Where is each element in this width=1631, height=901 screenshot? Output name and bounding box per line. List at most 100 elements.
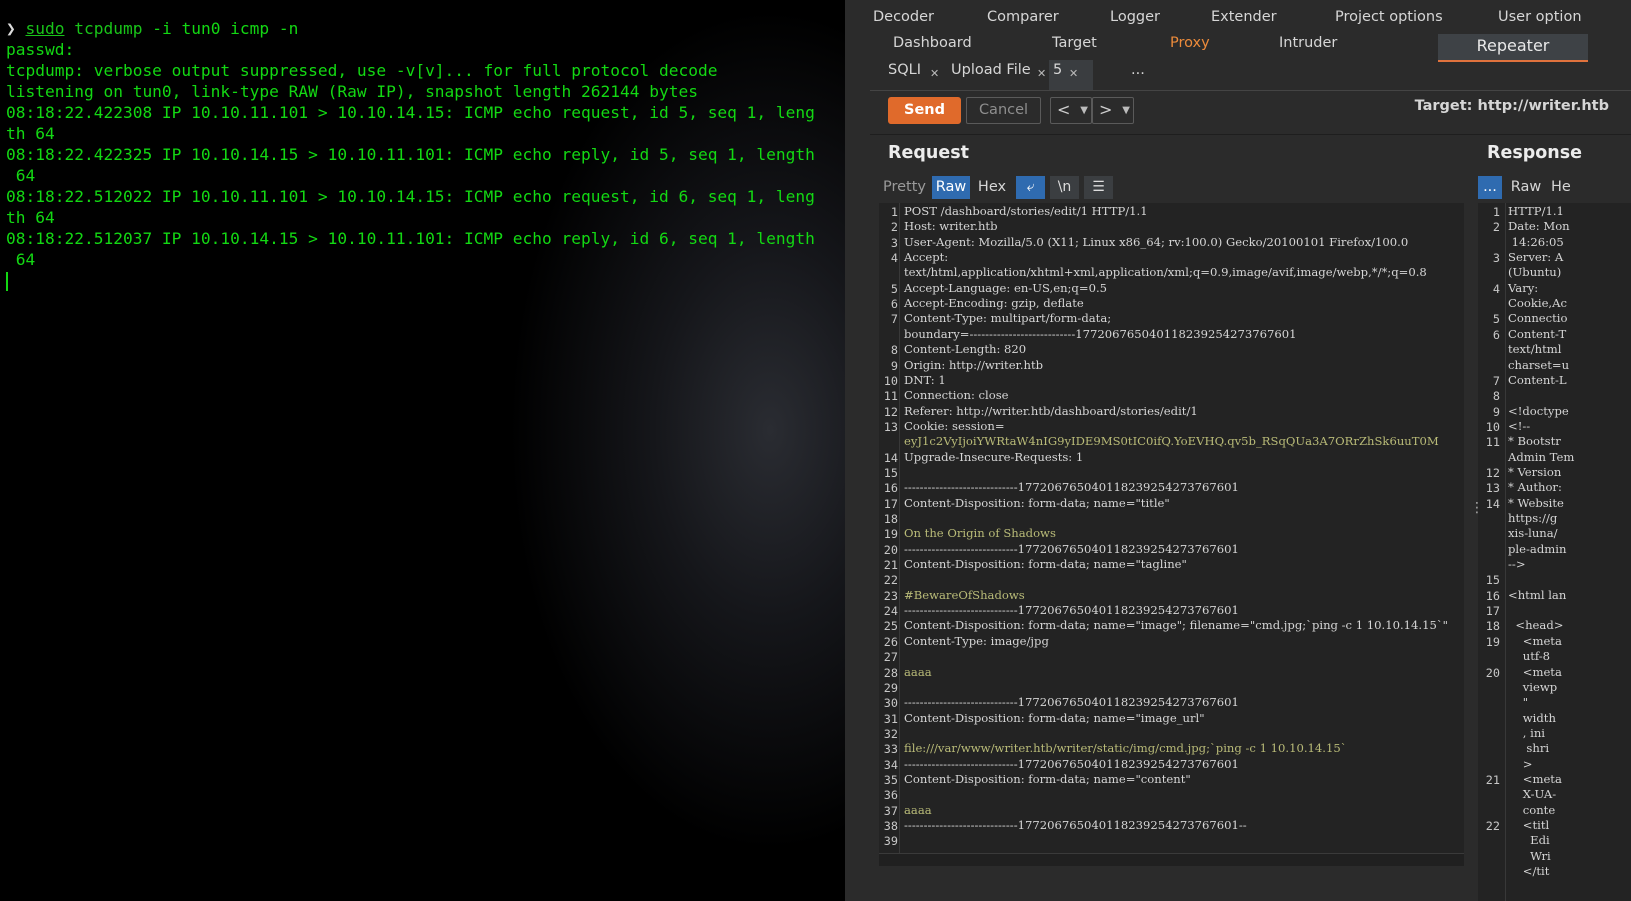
tab-logger[interactable]: Logger: [1110, 9, 1160, 25]
response-line: (Ubuntu): [1508, 265, 1562, 280]
line-number: 35: [883, 772, 898, 787]
wrap-lines-icon[interactable]: ⤶: [1016, 176, 1045, 199]
line-number: 7: [1492, 373, 1500, 388]
response-line: * Author:: [1508, 480, 1562, 495]
search-input[interactable]: [879, 853, 1464, 866]
line-number: 20: [883, 542, 898, 557]
repeater-tab-sqli[interactable]: SQLI ✕: [870, 60, 939, 90]
request-line: Content-Disposition: form-data; name="ti…: [904, 495, 1170, 510]
response-view-raw-button[interactable]: Raw: [1509, 176, 1543, 199]
line-number: 13: [1485, 481, 1500, 496]
response-line: * Bootstr: [1508, 434, 1561, 449]
tab-user-options[interactable]: User option: [1498, 9, 1582, 25]
request-line: User-Agent: Mozilla/5.0 (X11; Linux x86_…: [904, 234, 1409, 249]
line-number: 15: [883, 465, 898, 480]
send-button[interactable]: Send: [888, 97, 961, 124]
request-line: Accept-Language: en-US,en;q=0.5: [904, 280, 1108, 295]
line-number: 33: [883, 742, 898, 757]
line-number: 17: [1485, 604, 1500, 619]
line-number: 13: [883, 419, 898, 434]
response-more-button[interactable]: ...: [1478, 176, 1502, 199]
line-number: 29: [883, 680, 898, 695]
line-number: 38: [883, 819, 898, 833]
request-line: Content-Length: 820: [904, 342, 1027, 357]
line-number: 23: [883, 588, 898, 603]
response-line: Content-T: [1508, 326, 1567, 341]
request-line: -----------------------------17720676504…: [904, 695, 1239, 710]
line-number: 19: [883, 527, 898, 542]
request-line: -----------------------------17720676504…: [904, 756, 1239, 771]
response-line: >: [1508, 756, 1533, 771]
repeater-tab-5[interactable]: 5 ✕: [1049, 60, 1093, 90]
menu-icon[interactable]: ☰: [1084, 176, 1113, 199]
response-line: Admin Tem: [1508, 449, 1575, 464]
tab-proxy[interactable]: Proxy: [1170, 35, 1210, 51]
response-line: * Version: [1508, 464, 1562, 479]
tab-extender[interactable]: Extender: [1211, 9, 1277, 25]
line-number: 16: [1485, 588, 1500, 603]
response-editor[interactable]: 1 HTTP/1.1 2 Date: Mon 14:26:05 3 Server: A (U…: [1478, 203, 1631, 901]
request-line: -----------------------------17720676504…: [904, 603, 1239, 618]
request-line: Upgrade-Insecure-Requests: 1: [904, 449, 1084, 464]
cancel-button[interactable]: Cancel: [966, 97, 1041, 124]
close-icon[interactable]: ✕: [1037, 67, 1046, 80]
terminal-line: 64: [6, 250, 36, 269]
terminal-line: 08:18:22.512037 IP 10.10.14.15 > 10.10.1…: [6, 229, 815, 248]
response-line: charset=u: [1508, 357, 1570, 372]
terminal-line: 64: [6, 166, 36, 185]
response-line: viewp: [1508, 679, 1558, 694]
forward-button[interactable]: > ▼: [1092, 97, 1134, 124]
line-number: 26: [883, 634, 898, 649]
view-raw-button[interactable]: Raw: [932, 176, 970, 199]
line-number: 12: [1485, 465, 1500, 480]
close-icon[interactable]: ✕: [1069, 67, 1078, 80]
line-number: 6: [890, 297, 898, 312]
line-number: 18: [1485, 619, 1500, 634]
line-number: 37: [883, 803, 898, 818]
tab-decoder[interactable]: Decoder: [873, 9, 934, 25]
terminal-command-line: ❯ sudo tcpdump -i tun0 icmp -n: [6, 18, 815, 39]
tab-project-options[interactable]: Project options: [1335, 9, 1443, 25]
response-line: <titl: [1508, 818, 1550, 832]
repeater-tab-upload-file[interactable]: Upload File ✕: [938, 60, 1049, 90]
burp-suite-window[interactable]: Decoder Comparer Logger Extender Project…: [870, 0, 1631, 901]
request-line: -----------------------------17720676504…: [904, 818, 1247, 832]
view-pretty-button[interactable]: Pretty: [882, 176, 927, 199]
request-line: DNT: 1: [904, 372, 946, 387]
terminal-window[interactable]: ❯ sudo tcpdump -i tun0 icmp -n passwd: tcp…: [0, 0, 870, 901]
line-number: 5: [1492, 312, 1500, 327]
response-line: Content-L: [1508, 372, 1567, 387]
show-newlines-button[interactable]: \n: [1050, 176, 1079, 199]
request-status-bar: [870, 853, 1472, 901]
dropdown-arrow-icon[interactable]: ▼: [1122, 99, 1130, 122]
response-line: ": [1508, 695, 1529, 710]
back-button[interactable]: < ▼: [1050, 97, 1092, 124]
tab-comparer[interactable]: Comparer: [987, 9, 1059, 25]
more-tabs-label: ...: [1131, 62, 1145, 78]
response-line: width: [1508, 710, 1556, 725]
request-editor[interactable]: 1 POST /dashboard/stories/edit/1 HTTP/1.1…: [879, 203, 1464, 853]
tab-target[interactable]: Target: [1052, 35, 1097, 51]
command-args: -i tun0 icmp -n: [142, 19, 299, 38]
line-number: 36: [883, 788, 898, 803]
line-number: 5: [890, 281, 898, 296]
tab-intruder[interactable]: Intruder: [1279, 35, 1337, 51]
terminal-line: 08:18:22.422308 IP 10.10.11.101 > 10.10.…: [6, 103, 815, 122]
line-number: 4: [1492, 281, 1500, 296]
dropdown-arrow-icon[interactable]: ▼: [1080, 99, 1088, 122]
request-line: boundary=---------------------------1772…: [904, 326, 1297, 341]
terminal-line: 08:18:22.422325 IP 10.10.14.15 > 10.10.1…: [6, 145, 815, 164]
repeater-tab-more[interactable]: ...: [1125, 60, 1165, 90]
line-number: 9: [890, 358, 898, 373]
line-number: 3: [890, 235, 898, 250]
line-number: 20: [1485, 665, 1500, 680]
repeater-toolbar: Send Cancel < ▼ > ▼ Target: http://writer.…: [870, 90, 1631, 135]
tab-dashboard[interactable]: Dashboard: [893, 35, 972, 51]
line-number: 31: [883, 711, 898, 726]
response-view-hex-button[interactable]: He: [1551, 176, 1581, 199]
command-sudo: sudo: [25, 19, 65, 38]
request-line: Content-Type: image/jpg: [904, 633, 1049, 648]
target-label[interactable]: Target: http://writer.htb: [1415, 98, 1609, 114]
repeater-tab-label: 5: [1053, 62, 1063, 78]
view-hex-button[interactable]: Hex: [975, 176, 1009, 199]
